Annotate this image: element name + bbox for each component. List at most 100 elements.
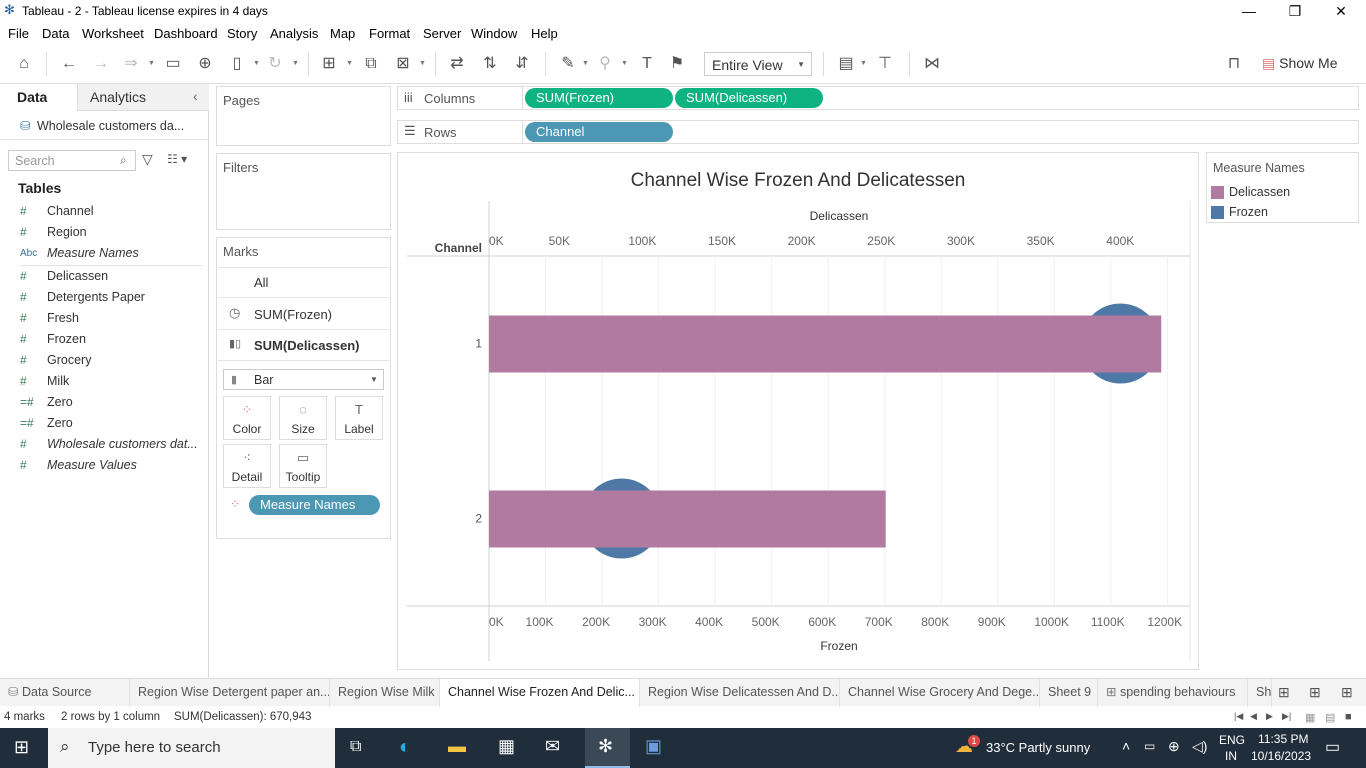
group-icon[interactable]: ⚲ — [595, 54, 615, 74]
battery-icon[interactable]: ▭ — [1144, 739, 1155, 753]
redo-icon[interactable]: → — [91, 54, 111, 74]
presentation-mode-icon[interactable]: ⊤ — [875, 54, 895, 74]
detail-button[interactable]: ⁖ Detail — [223, 444, 271, 488]
column-pill-frozen[interactable]: SUM(Frozen) — [525, 88, 673, 108]
format-workbook-icon[interactable]: ⊓ — [1224, 54, 1244, 74]
sort-ascending-icon[interactable]: ⇅ — [480, 54, 500, 74]
show-filmstrip-icon[interactable]: ▦ — [1305, 711, 1315, 724]
share-icon[interactable]: ⋈ — [922, 54, 942, 74]
sort-descending-icon[interactable]: ⇵ — [512, 54, 532, 74]
first-sheet-icon[interactable]: |◀ — [1234, 711, 1243, 722]
tab-sheet[interactable]: Sh — [1248, 679, 1272, 707]
menu-format[interactable]: Format — [369, 26, 410, 41]
field-search-input[interactable]: Search ⌕ — [8, 150, 136, 171]
last-sheet-icon[interactable]: ▶| — [1282, 711, 1291, 722]
windows-start-icon[interactable]: ⊞ — [14, 737, 29, 758]
show-tabs-icon[interactable]: ■ — [1345, 711, 1352, 723]
minimize-button[interactable]: — — [1226, 0, 1272, 22]
maximize-button[interactable]: ❐ — [1272, 0, 1318, 22]
menu-dashboard[interactable]: Dashboard — [154, 26, 218, 41]
tab-analytics[interactable]: Analytics ‹ — [77, 84, 209, 111]
fit-select[interactable]: Entire View ▼ — [704, 52, 812, 76]
close-button[interactable]: ✕ — [1318, 0, 1364, 22]
clock-time[interactable]: 11:35 PM — [1258, 732, 1308, 746]
measure-names-color-pill[interactable]: Measure Names — [249, 495, 380, 515]
swap-icon[interactable]: ⇄ — [447, 54, 467, 74]
volume-icon[interactable]: ◁) — [1192, 738, 1207, 755]
marks-frozen-tab[interactable]: ◷ SUM(Frozen) — [218, 299, 389, 330]
next-sheet-icon[interactable]: ▶ — [1266, 711, 1273, 722]
menu-analysis[interactable]: Analysis — [270, 26, 318, 41]
edge-browser-icon[interactable]: ◐ — [399, 736, 411, 759]
home-icon[interactable]: ⌂ — [14, 54, 34, 74]
menu-server[interactable]: Server — [423, 26, 461, 41]
row-pill-channel[interactable]: Channel — [525, 122, 673, 142]
marks-delicassen-tab[interactable]: ▮▯ SUM(Delicassen) — [218, 330, 389, 361]
new-worksheet-icon[interactable]: ⊞ — [1278, 684, 1290, 701]
tab-sheet-active[interactable]: Channel Wise Frozen And Delic... — [440, 679, 640, 707]
language-indicator[interactable]: ENG — [1219, 733, 1245, 747]
new-dashboard-icon[interactable]: ⊞ — [1309, 684, 1321, 701]
replay-icon[interactable]: ⇒ — [121, 54, 141, 74]
label-button[interactable]: T Label — [335, 396, 383, 440]
size-button[interactable]: ◌ Size — [279, 396, 327, 440]
fix-axes-icon[interactable]: ⚑ — [667, 54, 687, 74]
tableau-reader-icon[interactable]: ▣ — [645, 736, 662, 757]
network-icon[interactable]: ⊕ — [1168, 738, 1180, 755]
tab-sheet[interactable]: Region Wise Detergent paper an... — [130, 679, 330, 707]
new-worksheet-icon[interactable]: ⊞ — [319, 54, 339, 74]
tab-sheet[interactable]: Region Wise Milk — [330, 679, 440, 707]
view-options-icon[interactable]: ☷ ▾ — [167, 152, 187, 166]
show-sheet-sorter-icon[interactable]: ▤ — [1325, 711, 1335, 724]
microsoft-store-icon[interactable]: ▦ — [498, 736, 515, 757]
duplicate-sheet-icon[interactable]: ⧉ — [361, 54, 381, 74]
pages-shelf[interactable]: Pages — [216, 86, 391, 146]
mail-icon[interactable]: ✉ — [545, 736, 560, 757]
tab-sheet[interactable]: Channel Wise Grocery And Dege... — [840, 679, 1040, 707]
collapse-pane-icon[interactable]: ‹ — [193, 88, 198, 104]
tab-sheet[interactable]: Sheet 9 — [1040, 679, 1098, 707]
bottom-axis-title: Frozen — [820, 639, 857, 653]
tab-analytics-label: Analytics — [90, 89, 147, 105]
taskbar-search[interactable]: ⌕ Type here to search — [48, 728, 335, 768]
tab-data[interactable]: Data — [0, 84, 77, 111]
undo-icon[interactable]: ← — [59, 54, 79, 74]
save-icon[interactable]: ▭ — [163, 54, 183, 74]
file-explorer-icon[interactable]: ▬ — [448, 736, 466, 757]
show-labels-icon[interactable]: T — [637, 54, 657, 74]
filter-icon[interactable]: ▽ — [142, 151, 153, 168]
tab-sheet[interactable]: ⊞ spending behaviours — [1098, 679, 1248, 707]
highlight-icon[interactable]: ✎ — [558, 54, 578, 74]
tooltip-button[interactable]: ▭ Tooltip — [279, 444, 327, 488]
filters-shelf[interactable]: Filters — [216, 153, 391, 230]
menu-data[interactable]: Data — [42, 26, 69, 41]
task-view-icon[interactable]: ⧉ — [350, 738, 361, 756]
weather-text[interactable]: 33°C Partly sunny — [986, 740, 1090, 755]
clear-sheet-icon[interactable]: ⊠ — [393, 54, 413, 74]
mark-type-select[interactable]: ▮ Bar ▼ — [223, 369, 384, 390]
tab-sheet[interactable]: Region Wise Delicatessen And D... — [640, 679, 840, 707]
show-hidden-icons-icon[interactable]: ˄ — [1122, 738, 1130, 754]
new-datasource-icon[interactable]: ⊕ — [195, 54, 215, 74]
notifications-icon[interactable]: ▭ — [1325, 737, 1340, 757]
marks-all-tab[interactable]: All — [218, 267, 389, 298]
column-pill-delicassen[interactable]: SUM(Delicassen) — [675, 88, 823, 108]
marks-all-label: All — [254, 275, 269, 290]
datasource-item[interactable]: ⛁ Wholesale customers da... — [20, 118, 184, 133]
menu-window[interactable]: Window — [471, 26, 517, 41]
menu-help[interactable]: Help — [531, 26, 558, 41]
tab-data-source[interactable]: ⛁ Data Source — [0, 679, 130, 707]
color-button[interactable]: ⁘ Color — [223, 396, 271, 440]
menu-file[interactable]: File — [8, 26, 29, 41]
show-me-button[interactable]: ▤ Show Me — [1262, 55, 1337, 72]
menu-story[interactable]: Story — [227, 26, 257, 41]
show-cards-icon[interactable]: ▤ — [836, 54, 856, 74]
prev-sheet-icon[interactable]: ◀ — [1250, 711, 1257, 722]
pause-updates-icon[interactable]: ▯ — [227, 54, 247, 74]
refresh-icon[interactable]: ↻ — [265, 54, 285, 74]
menu-map[interactable]: Map — [330, 26, 355, 41]
new-story-icon[interactable]: ⊞ — [1341, 684, 1353, 701]
menu-worksheet[interactable]: Worksheet — [82, 26, 144, 41]
row-label: 2 — [475, 512, 482, 526]
tableau-taskbar-button[interactable]: ✻ — [585, 728, 630, 768]
